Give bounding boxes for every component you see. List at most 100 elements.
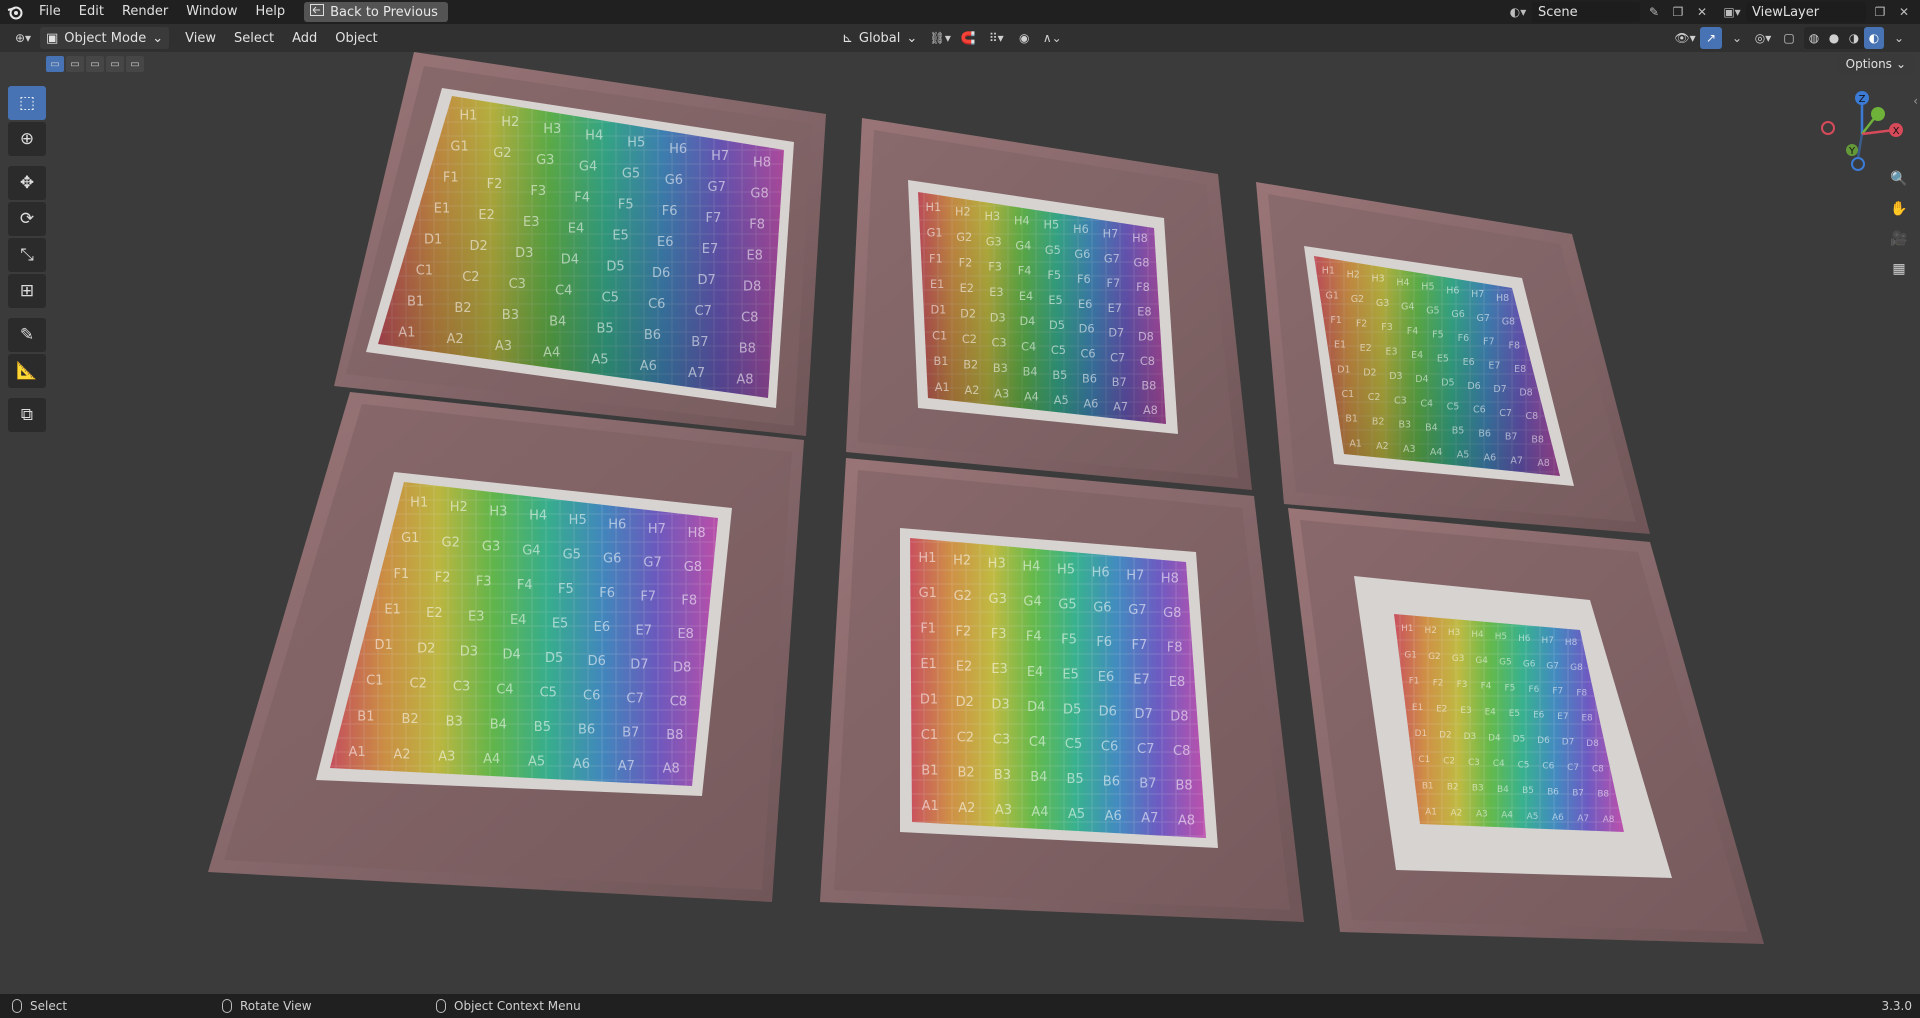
pin-icon[interactable]: ✎ — [1644, 2, 1664, 22]
object-mode-icon: ▣ — [46, 30, 59, 46]
shading-options-icon[interactable]: ⌄ — [1888, 27, 1910, 49]
proportional-edit-icon[interactable]: ◉ — [1013, 27, 1035, 49]
close-scene-icon[interactable]: ✕ — [1692, 2, 1712, 22]
perspective-grid-icon[interactable]: ▦ — [1886, 256, 1912, 282]
neg-x-axis-icon[interactable] — [1821, 121, 1835, 135]
texture-cell-label: G3 — [536, 153, 554, 168]
3d-viewport[interactable]: H1 H2 H3 H4 H5 H6 H7 H8 G1 G2 G3 G4 G5 G6 G7 G8 F1 F2 F3 F4… — [0, 52, 1920, 994]
pan-hand-icon[interactable]: ✋ — [1886, 196, 1912, 222]
select-new-icon[interactable]: ▭ — [46, 56, 64, 72]
scale-tool-icon[interactable]: ⤡ — [8, 238, 46, 272]
annotate-tool-icon[interactable]: ✎ — [8, 318, 46, 352]
blender-logo-icon[interactable] — [0, 0, 30, 24]
menu-view[interactable]: View — [177, 31, 224, 46]
move-tool-icon[interactable]: ✥ — [8, 166, 46, 200]
menu-render[interactable]: Render — [113, 0, 177, 24]
snap-target-icon[interactable]: ⠿▾ — [985, 27, 1007, 49]
view-layer-browse-icon[interactable]: ▣▾ — [1722, 2, 1742, 22]
add-cube-tool-icon[interactable]: ⧉ — [8, 398, 46, 432]
texture-cell-label: F3 — [1381, 322, 1393, 333]
texture-cell-label: C6 — [1081, 348, 1096, 361]
texture-cell-label: E2 — [956, 660, 973, 675]
material-shading-icon[interactable]: ◑ — [1844, 27, 1864, 49]
texture-cell-label: E2 — [1436, 704, 1447, 714]
menu-window[interactable]: Window — [177, 0, 246, 24]
menu-edit[interactable]: Edit — [70, 0, 113, 24]
close-view-layer-icon[interactable]: ✕ — [1894, 2, 1914, 22]
scene-browse-icon[interactable]: ◐▾ — [1508, 2, 1528, 22]
visibility-icon[interactable]: 👁▾ — [1674, 27, 1696, 49]
new-scene-icon[interactable]: ❐ — [1668, 2, 1688, 22]
xray-icon[interactable]: ▢ — [1778, 27, 1800, 49]
falloff-icon[interactable]: ∧⌄ — [1041, 27, 1063, 49]
texture-cell-label: B8 — [739, 342, 756, 357]
rotate-tool-icon[interactable]: ⟳ — [8, 202, 46, 236]
menu-help[interactable]: Help — [247, 0, 295, 24]
options-dropdown[interactable]: Options ⌄ — [1837, 54, 1914, 74]
select-invert-icon[interactable]: ▭ — [106, 56, 124, 72]
texture-cell-label: H1 — [926, 201, 942, 214]
texture-cell-label: B5 — [1522, 786, 1534, 796]
picture-frame-6[interactable] — [1288, 508, 1764, 944]
gizmo-options-icon[interactable]: ⌄ — [1726, 27, 1748, 49]
menu-file[interactable]: File — [30, 0, 70, 24]
picture-frame-4[interactable] — [820, 458, 1304, 922]
texture-cell-label: A8 — [663, 762, 680, 777]
menu-object[interactable]: Object — [327, 31, 385, 46]
overlays-icon[interactable]: ◎▾ — [1752, 27, 1774, 49]
scene-name-field[interactable]: Scene — [1532, 2, 1640, 22]
texture-cell-label: C8 — [1592, 764, 1604, 774]
texture-cell-label: D6 — [1079, 323, 1095, 336]
transform-orientation-dropdown[interactable]: ⊾ Global ⌄ — [836, 27, 923, 49]
selection-modes: ▭ ▭ ▭ ▭ ▭ — [46, 56, 144, 72]
measure-tool-icon[interactable]: 📐 — [8, 354, 46, 388]
texture-cell-label: H1 — [1322, 266, 1335, 277]
gizmo-toggle-icon[interactable]: ↗ — [1700, 27, 1722, 49]
sidebar-toggle-icon[interactable]: ‹ — [1913, 94, 1918, 108]
camera-view-icon[interactable]: 🎥 — [1886, 226, 1912, 252]
texture-cell-label: G1 — [919, 586, 937, 601]
texture-cell-label: A8 — [1537, 458, 1550, 469]
texture-cell-label: B8 — [1597, 790, 1609, 800]
back-to-previous-button[interactable]: Back to Previous — [304, 2, 448, 22]
texture-cell-label: B6 — [644, 328, 661, 343]
texture-cell-label: F7 — [1552, 687, 1563, 697]
pivot-point-icon[interactable]: ⛓▾ — [929, 27, 951, 49]
picture-frame-5[interactable] — [1256, 182, 1650, 534]
view-layer-field[interactable]: ViewLayer — [1746, 2, 1866, 22]
texture-cell-label: B1 — [407, 294, 424, 309]
texture-cell-label: G6 — [1523, 659, 1536, 669]
texture-cell-label: D8 — [1519, 387, 1532, 398]
menu-add[interactable]: Add — [284, 31, 325, 46]
neg-z-axis-icon[interactable] — [1851, 157, 1865, 171]
texture-cell-label: D8 — [1170, 710, 1188, 725]
select-intersect-icon[interactable]: ▭ — [126, 56, 144, 72]
texture-cell-label: D5 — [1513, 735, 1525, 745]
select-box-tool-icon[interactable]: ⬚ — [8, 86, 46, 120]
select-subtract-icon[interactable]: ▭ — [86, 56, 104, 72]
texture-cell-label: H2 — [1425, 626, 1437, 636]
solid-shading-icon[interactable]: ● — [1824, 27, 1844, 49]
transform-tool-icon[interactable]: ⊞ — [8, 274, 46, 308]
texture-cell-label: D3 — [991, 697, 1009, 712]
texture-cell-label: D3 — [1389, 371, 1402, 382]
texture-cell-label: G7 — [1476, 313, 1489, 324]
wireframe-shading-icon[interactable]: ◍ — [1804, 27, 1824, 49]
rendered-shading-icon[interactable]: ◐ — [1864, 27, 1884, 49]
editor-type-icon[interactable]: ⊕▾ — [8, 27, 38, 49]
texture-cell-label: F3 — [1457, 680, 1468, 690]
texture-cell-label: E1 — [920, 657, 937, 672]
select-extend-icon[interactable]: ▭ — [66, 56, 84, 72]
texture-cell-label: H4 — [1396, 277, 1409, 288]
texture-cell-label: H8 — [1132, 232, 1148, 245]
cursor-tool-icon[interactable]: ⊕ — [8, 122, 46, 156]
menu-select[interactable]: Select — [226, 31, 282, 46]
snap-toggle-icon[interactable]: 🧲 — [957, 27, 979, 49]
texture-cell-label: B8 — [1141, 380, 1156, 393]
new-view-layer-icon[interactable]: ❐ — [1870, 2, 1890, 22]
mode-dropdown[interactable]: ▣ Object Mode ⌄ — [40, 27, 170, 49]
zoom-icon[interactable]: 🔍 — [1886, 166, 1912, 192]
texture-cell-label: H8 — [753, 156, 771, 171]
y-axis-icon[interactable] — [1871, 107, 1885, 121]
texture-cell-label: C6 — [1101, 740, 1118, 755]
